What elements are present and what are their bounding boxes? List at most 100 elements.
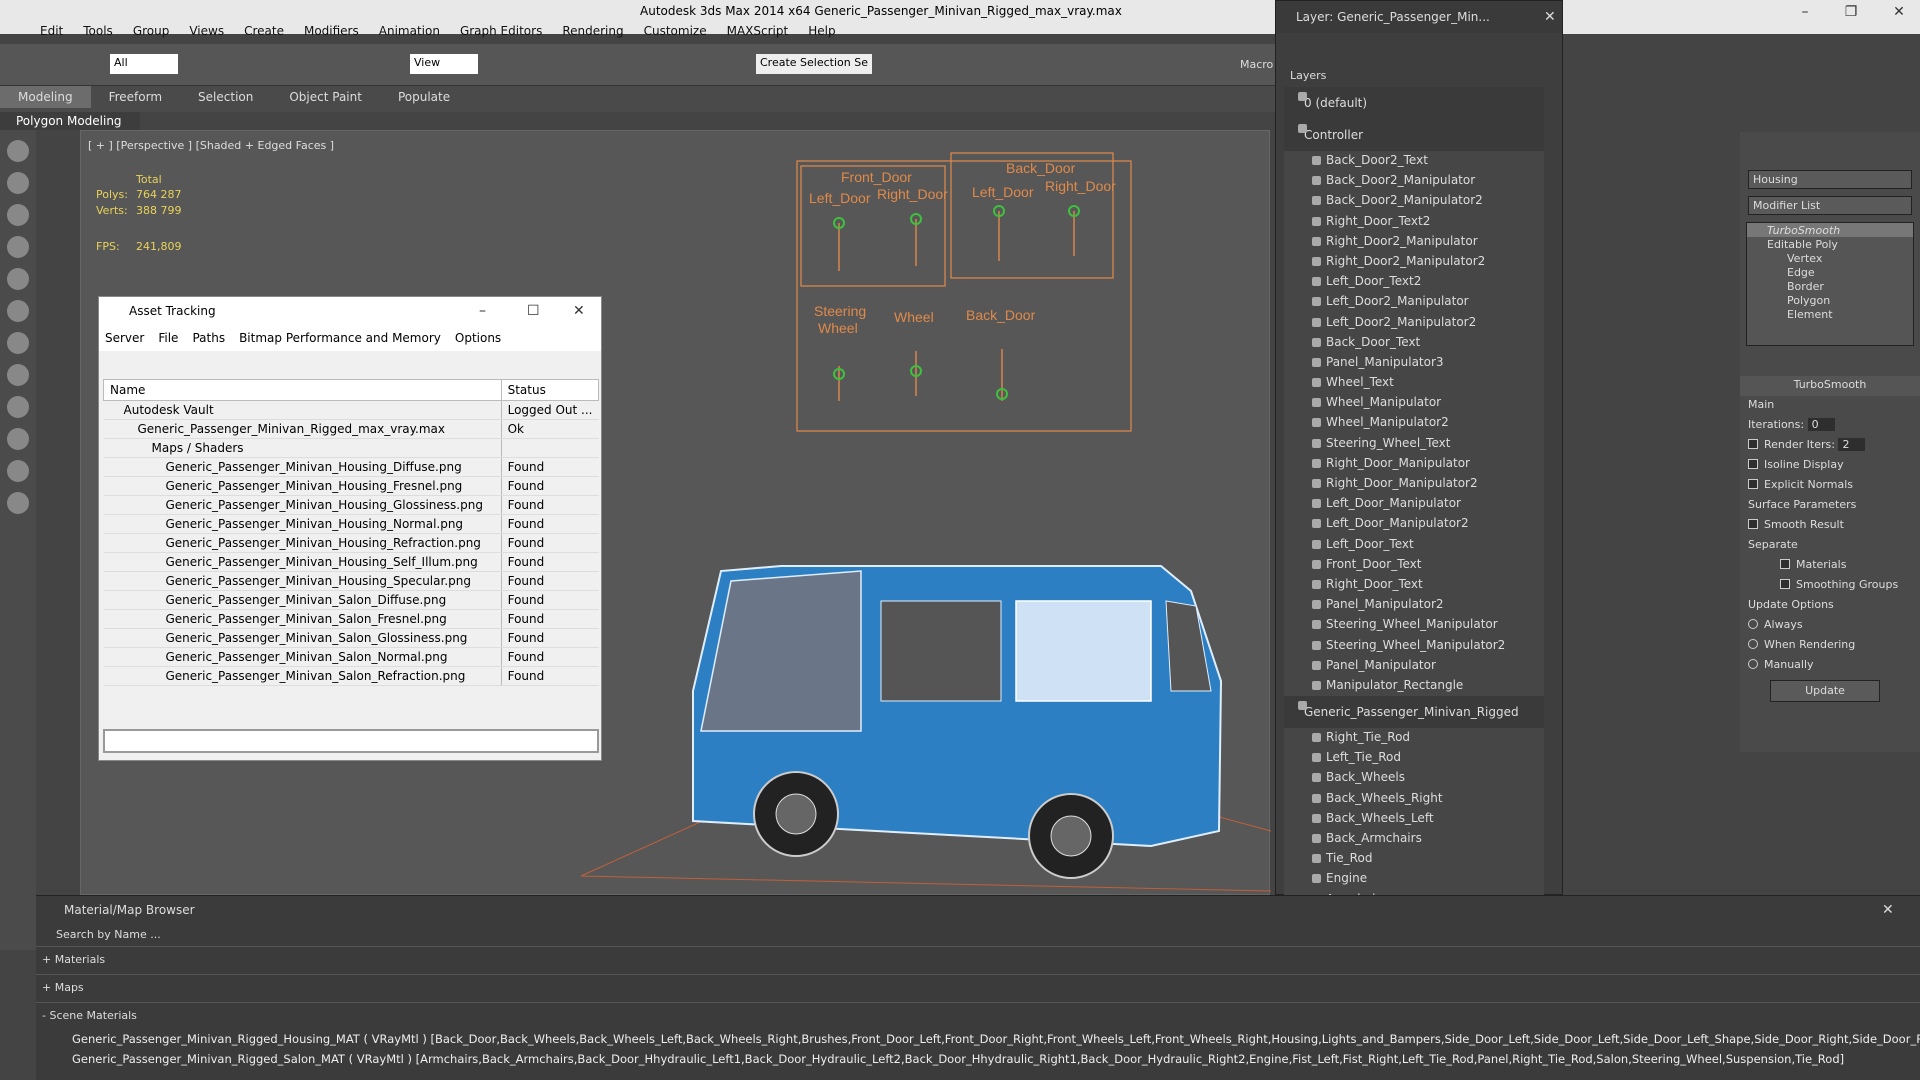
iterations-spinner[interactable]: 0 xyxy=(1807,418,1835,431)
ribbon-tab[interactable]: Populate xyxy=(380,86,468,108)
layer-item[interactable]: Front_Door_Text xyxy=(1284,555,1544,575)
render-iters-checkbox[interactable] xyxy=(1748,439,1758,449)
material-section[interactable]: - Scene Materials xyxy=(36,1002,1920,1030)
layer-item[interactable]: Back_Door_Text xyxy=(1284,333,1544,353)
layer-item[interactable]: Right_Tie_Rod xyxy=(1284,728,1544,748)
modifier-list-dropdown[interactable]: Modifier List xyxy=(1748,196,1912,215)
layer-item[interactable]: Manipulator_Rectangle xyxy=(1284,676,1544,696)
asset-path-field[interactable] xyxy=(103,729,599,753)
layer-item[interactable]: Left_Door2_Manipulator2 xyxy=(1284,313,1544,333)
menu-item[interactable]: Views xyxy=(189,24,224,38)
sphere-icon[interactable] xyxy=(7,428,29,450)
asset-row[interactable]: Generic_Passenger_Minivan_Housing_Diffus… xyxy=(103,457,599,477)
layer-item[interactable]: 0 (default) xyxy=(1284,87,1544,119)
ref-coord-dropdown[interactable]: View xyxy=(410,54,478,74)
asset-row[interactable]: Generic_Passenger_Minivan_Rigged_max_vra… xyxy=(103,419,599,439)
material-icon[interactable] xyxy=(7,364,29,386)
layer-item[interactable]: Steering_Wheel_Manipulator2 xyxy=(1284,636,1544,656)
minimize-icon[interactable]: – xyxy=(479,303,486,319)
material-search-input[interactable]: Search by Name ... xyxy=(36,924,1920,946)
menu-item[interactable]: Graph Editors xyxy=(460,24,542,38)
asset-row[interactable]: Generic_Passenger_Minivan_Housing_Glossi… xyxy=(103,495,599,515)
isoline-checkbox[interactable] xyxy=(1748,459,1758,469)
ribbon-subpanel[interactable]: Polygon Modeling xyxy=(0,112,140,130)
layer-item[interactable]: Left_Door_Manipulator2 xyxy=(1284,514,1544,534)
asset-row[interactable]: Generic_Passenger_Minivan_Salon_Normal.p… xyxy=(103,647,599,667)
asset-row[interactable]: Generic_Passenger_Minivan_Salon_Glossine… xyxy=(103,628,599,648)
menu-item[interactable]: Create xyxy=(244,24,284,38)
camera-icon[interactable] xyxy=(7,300,29,322)
asset-row[interactable]: Generic_Passenger_Minivan_Salon_Diffuse.… xyxy=(103,590,599,610)
globe-icon[interactable] xyxy=(7,492,29,514)
material-section[interactable]: + Materials xyxy=(36,946,1920,974)
layer-item[interactable]: Left_Door_Text2 xyxy=(1284,272,1544,292)
explicit-normals-checkbox[interactable] xyxy=(1748,479,1758,489)
asset-menu-item[interactable]: Paths xyxy=(192,331,225,345)
column-header-status[interactable]: Status xyxy=(500,379,600,401)
asset-menu-item[interactable]: Server xyxy=(105,331,144,345)
layer-item[interactable]: Back_Door2_Manipulator2 xyxy=(1284,191,1544,211)
selection-set-dropdown[interactable]: Create Selection Se xyxy=(756,54,872,74)
layer-item[interactable]: Left_Door_Text xyxy=(1284,535,1544,555)
menu-item[interactable]: Edit xyxy=(40,24,63,38)
menu-item[interactable]: Animation xyxy=(379,24,440,38)
menu-item[interactable]: Rendering xyxy=(562,24,623,38)
manually-radio[interactable] xyxy=(1748,659,1758,669)
viewport-label[interactable]: [ + ] [Perspective ] [Shaded + Edged Fac… xyxy=(88,139,334,152)
menu-item[interactable]: Modifiers xyxy=(304,24,359,38)
sun-icon[interactable] xyxy=(7,460,29,482)
menu-item[interactable]: MAXScript xyxy=(727,24,789,38)
layer-item[interactable]: Back_Wheels_Right xyxy=(1284,789,1544,809)
layer-item[interactable]: Wheel_Manipulator xyxy=(1284,393,1544,413)
close-icon[interactable]: ✕ xyxy=(1882,902,1894,918)
layer-item[interactable]: Left_Tie_Rod xyxy=(1284,748,1544,768)
layer-item[interactable]: Right_Door_Manipulator xyxy=(1284,454,1544,474)
layer-item[interactable]: Right_Door2_Manipulator xyxy=(1284,232,1544,252)
ribbon-tab[interactable]: Freeform xyxy=(91,86,180,108)
layer-item[interactable]: Steering_Wheel_Text xyxy=(1284,434,1544,454)
minimize-icon[interactable]: – xyxy=(1790,4,1820,20)
modifier-stack-item[interactable]: Editable Poly xyxy=(1747,237,1913,251)
light-icon[interactable] xyxy=(7,268,29,290)
layer-item[interactable]: Back_Armchairs xyxy=(1284,829,1544,849)
turbosmooth-rollout[interactable]: TurboSmooth xyxy=(1740,376,1920,396)
close-icon[interactable]: ✕ xyxy=(1884,4,1914,20)
asset-row[interactable]: Maps / Shaders xyxy=(103,438,599,458)
asset-row[interactable]: Generic_Passenger_Minivan_Housing_Fresne… xyxy=(103,476,599,496)
materials-checkbox[interactable] xyxy=(1780,559,1790,569)
layer-item[interactable]: Right_Door2_Manipulator2 xyxy=(1284,252,1544,272)
layer-item[interactable]: Right_Door_Manipulator2 xyxy=(1284,474,1544,494)
layer-item[interactable]: Back_Wheels_Left xyxy=(1284,809,1544,829)
layer-item[interactable]: Steering_Wheel_Manipulator xyxy=(1284,615,1544,635)
layer-item[interactable]: Wheel_Manipulator2 xyxy=(1284,413,1544,433)
ribbon-tab[interactable]: Selection xyxy=(180,86,271,108)
modifier-stack-item[interactable]: TurboSmooth xyxy=(1747,223,1913,237)
layer-item[interactable]: Panel_Manipulator2 xyxy=(1284,595,1544,615)
menu-item[interactable]: Tools xyxy=(83,24,113,38)
ribbon-tab[interactable]: Object Paint xyxy=(271,86,380,108)
shape-icon[interactable] xyxy=(7,396,29,418)
ribbon-tab[interactable]: Modeling xyxy=(0,86,91,108)
asset-row[interactable]: Generic_Passenger_Minivan_Housing_Normal… xyxy=(103,514,599,534)
layer-item[interactable]: Engine xyxy=(1284,869,1544,889)
render-icon[interactable] xyxy=(7,172,29,194)
menu-item[interactable]: Customize xyxy=(644,24,707,38)
asset-row[interactable]: Generic_Passenger_Minivan_Housing_Specul… xyxy=(103,571,599,591)
smoothing-groups-checkbox[interactable] xyxy=(1780,579,1790,589)
modifier-stack-item[interactable]: Edge xyxy=(1747,265,1913,279)
layer-item[interactable]: Left_Door2_Manipulator xyxy=(1284,292,1544,312)
modifier-stack-item[interactable]: Polygon xyxy=(1747,293,1913,307)
layer-item[interactable]: Panel_Manipulator xyxy=(1284,656,1544,676)
teapot-icon[interactable] xyxy=(7,140,29,162)
smooth-result-checkbox[interactable] xyxy=(1748,519,1758,529)
layer-item[interactable]: Generic_Passenger_Minivan_Rigged xyxy=(1284,696,1544,729)
asset-row[interactable]: Generic_Passenger_Minivan_Housing_Refrac… xyxy=(103,533,599,553)
menu-item[interactable]: Help xyxy=(808,24,835,38)
asset-row[interactable]: Autodesk Vault Logged Out ... xyxy=(103,400,599,420)
column-header-name[interactable]: Name xyxy=(103,379,502,401)
layer-item[interactable]: Panel_Manipulator3 xyxy=(1284,353,1544,373)
update-button[interactable]: Update xyxy=(1770,680,1880,702)
selection-filter-dropdown[interactable]: All xyxy=(110,54,178,74)
material-section[interactable]: + Maps xyxy=(36,974,1920,1002)
layers-icon[interactable] xyxy=(7,204,29,226)
